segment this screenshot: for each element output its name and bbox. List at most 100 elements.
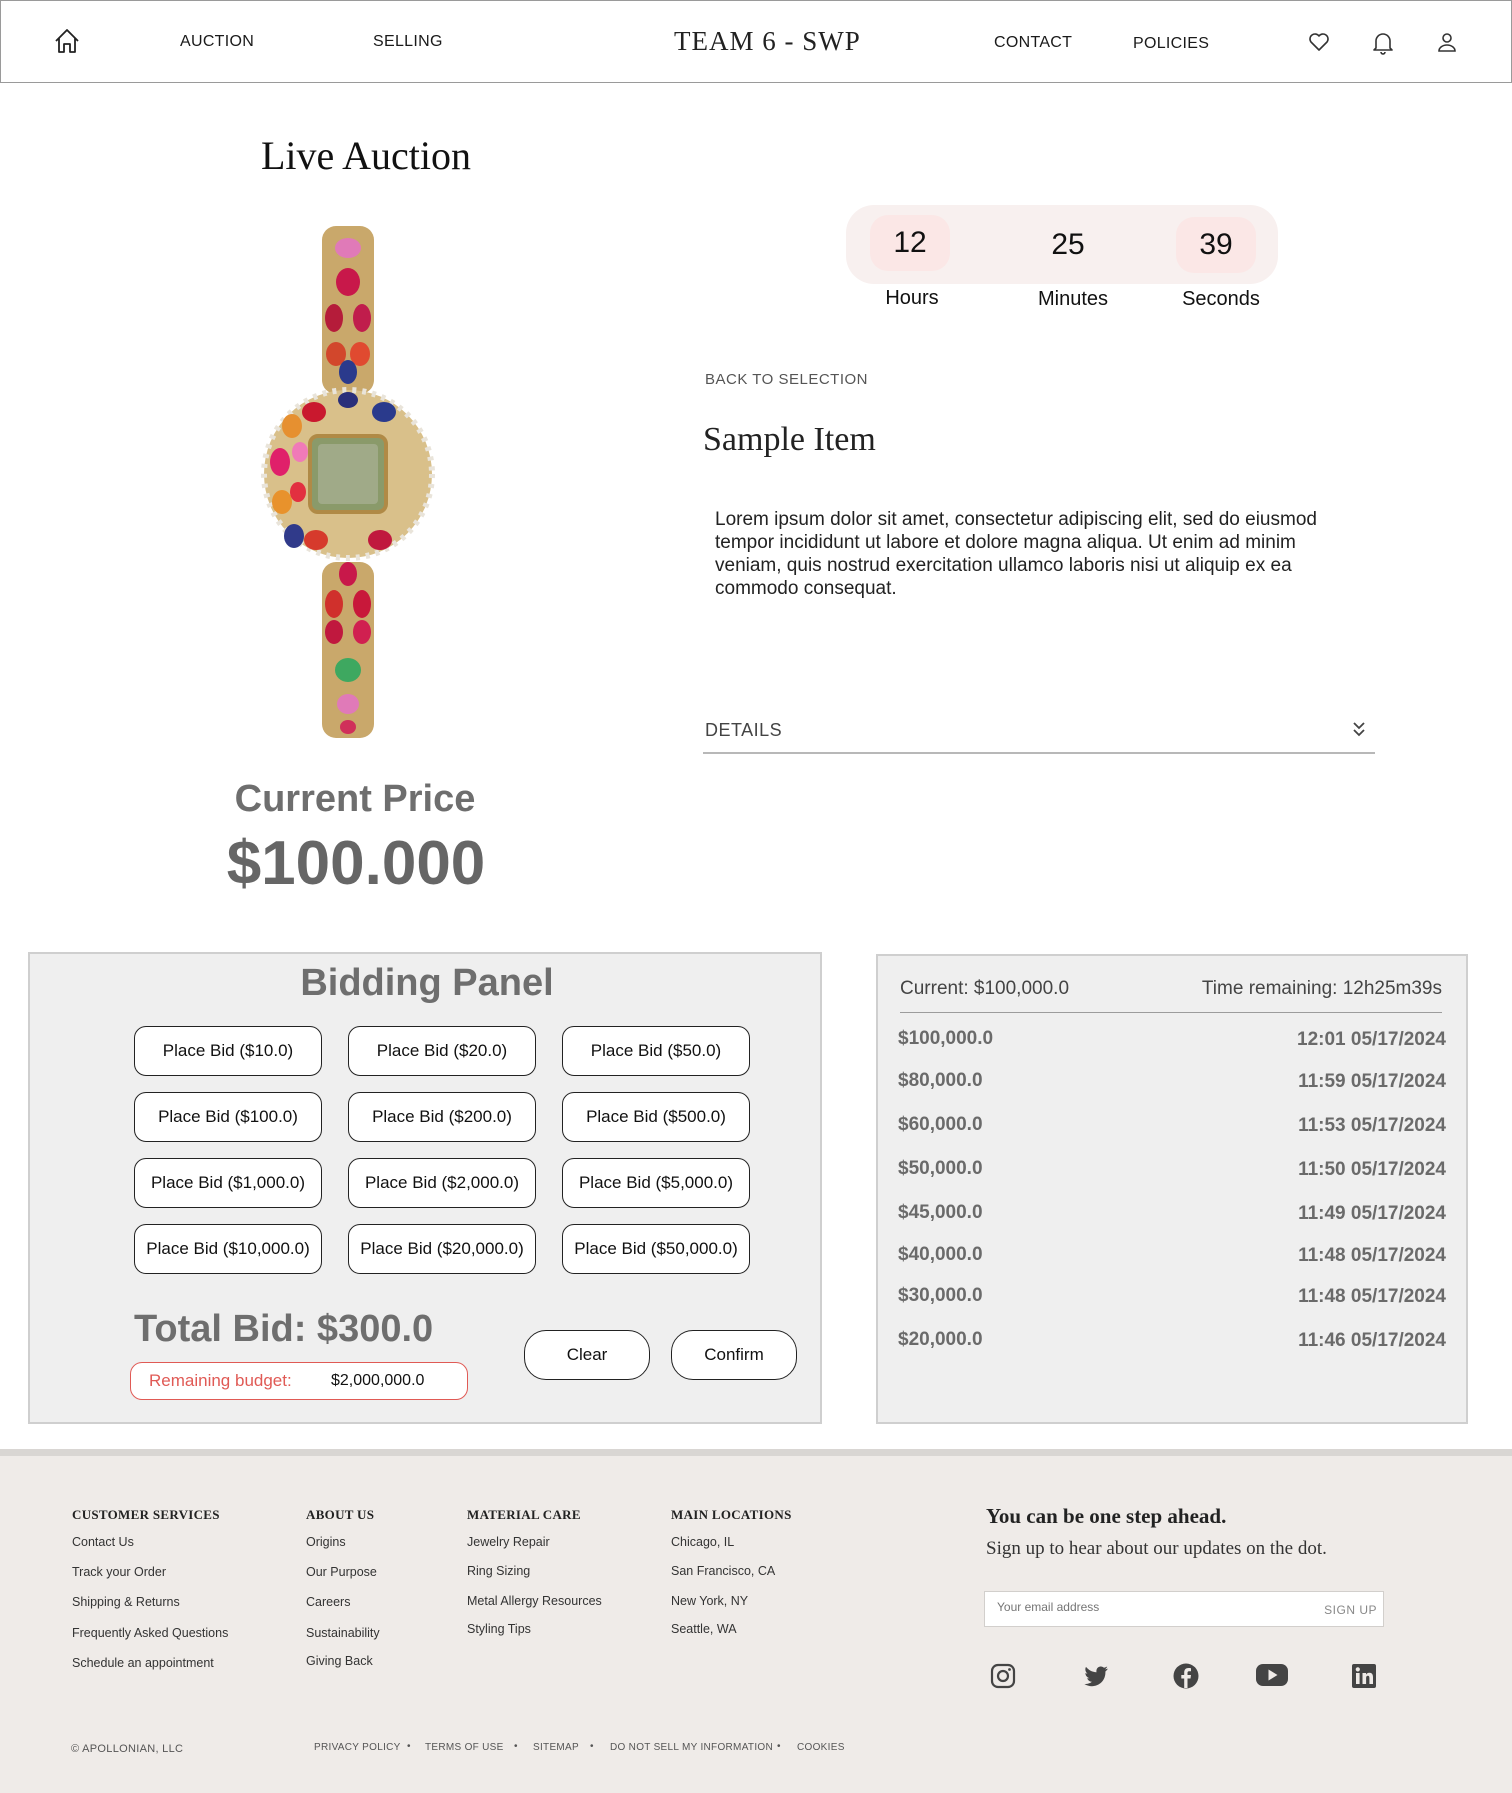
legal-link[interactable]: TERMS OF USE — [425, 1742, 504, 1753]
place-bid-button[interactable]: Place Bid ($20.0) — [348, 1026, 536, 1076]
footer-column-heading: MAIN LOCATIONS — [671, 1507, 792, 1522]
newsletter-subheading: Sign up to hear about our updates on the… — [986, 1538, 1327, 1559]
countdown-seconds: 39 — [1176, 217, 1256, 273]
footer-link[interactable]: Giving Back — [306, 1654, 373, 1668]
signup-button[interactable]: SIGN UP — [1324, 1603, 1377, 1617]
footer-divider — [0, 1449, 1512, 1456]
heart-icon[interactable] — [1307, 30, 1331, 54]
bid-history-amount: $100,000.0 — [898, 1028, 994, 1049]
history-time-remaining: Time remaining: 12h25m39s — [1201, 978, 1442, 999]
bid-history-panel: Current: $100,000.0 Time remaining: 12h2… — [876, 954, 1468, 1424]
footer-column-heading: ABOUT US — [306, 1507, 375, 1522]
details-accordion[interactable]: DETAILS — [703, 714, 1375, 754]
bid-history-time: 11:48 05/17/2024 — [1298, 1286, 1446, 1307]
twitter-icon[interactable] — [1082, 1662, 1110, 1690]
footer-link[interactable]: Careers — [306, 1595, 350, 1609]
back-to-selection-link[interactable]: BACK TO SELECTION — [705, 371, 868, 388]
footer-link[interactable]: Shipping & Returns — [72, 1595, 180, 1609]
footer-link[interactable]: Styling Tips — [467, 1622, 531, 1636]
remaining-budget: Remaining budget: $2,000,000.0 — [130, 1362, 468, 1400]
footer-link[interactable]: Metal Allergy Resources — [467, 1594, 602, 1608]
page-title: Live Auction — [261, 133, 471, 178]
newsletter-heading: You can be one step ahead. — [986, 1504, 1227, 1528]
nav-selling[interactable]: SELLING — [373, 33, 443, 51]
site-footer: CUSTOMER SERVICES Contact Us Track your Or… — [0, 1456, 1512, 1793]
clear-button[interactable]: Clear — [524, 1330, 650, 1380]
bell-icon[interactable] — [1371, 29, 1395, 55]
bidding-panel-title: Bidding Panel — [300, 962, 554, 1004]
nav-contact[interactable]: CONTACT — [994, 34, 1072, 52]
copyright: © APOLLONIAN, LLC — [71, 1743, 184, 1755]
newsletter-form: SIGN UP — [984, 1591, 1384, 1627]
user-icon[interactable] — [1435, 30, 1459, 54]
countdown-minutes-label: Minutes — [1037, 288, 1109, 310]
legal-separator: • — [514, 1741, 518, 1752]
footer-link[interactable]: Jewelry Repair — [467, 1535, 550, 1549]
bid-history-time: 11:48 05/17/2024 — [1298, 1245, 1446, 1266]
remaining-budget-value: $2,000,000.0 — [331, 1372, 425, 1389]
countdown-seconds-label: Seconds — [1182, 288, 1260, 310]
place-bid-button[interactable]: Place Bid ($20,000.0) — [348, 1224, 536, 1274]
product-image — [261, 226, 435, 738]
instagram-icon[interactable] — [989, 1662, 1017, 1690]
home-icon[interactable] — [53, 27, 81, 55]
bid-history-amount: $30,000.0 — [898, 1285, 983, 1306]
footer-link[interactable]: Frequently Asked Questions — [72, 1626, 228, 1640]
footer-link[interactable]: Contact Us — [72, 1535, 134, 1549]
place-bid-button[interactable]: Place Bid ($100.0) — [134, 1092, 322, 1142]
bid-history-amount: $50,000.0 — [898, 1158, 983, 1179]
footer-link[interactable]: San Francisco, CA — [671, 1564, 775, 1578]
footer-link[interactable]: Track your Order — [72, 1565, 166, 1579]
footer-column-heading: CUSTOMER SERVICES — [72, 1507, 220, 1522]
footer-link[interactable]: Seattle, WA — [671, 1622, 737, 1636]
nav-policies[interactable]: POLICIES — [1133, 35, 1209, 53]
place-bid-button[interactable]: Place Bid ($5,000.0) — [562, 1158, 750, 1208]
footer-link[interactable]: Chicago, IL — [671, 1535, 734, 1549]
footer-link[interactable]: Origins — [306, 1535, 346, 1549]
footer-link[interactable]: New York, NY — [671, 1594, 748, 1608]
legal-separator: • — [407, 1741, 411, 1752]
legal-link[interactable]: COOKIES — [797, 1742, 845, 1753]
nav-auction[interactable]: AUCTION — [180, 33, 254, 51]
confirm-button[interactable]: Confirm — [671, 1330, 797, 1380]
legal-link[interactable]: PRIVACY POLICY — [314, 1742, 401, 1753]
place-bid-button[interactable]: Place Bid ($50,000.0) — [562, 1224, 750, 1274]
facebook-icon[interactable] — [1172, 1662, 1200, 1690]
legal-link[interactable]: DO NOT SELL MY INFORMATION — [610, 1742, 773, 1753]
footer-link[interactable]: Ring Sizing — [467, 1564, 530, 1578]
bid-history-amount: $45,000.0 — [898, 1202, 983, 1223]
bid-history-time: 11:46 05/17/2024 — [1298, 1330, 1446, 1351]
legal-link[interactable]: SITEMAP — [533, 1742, 579, 1753]
footer-link[interactable]: Our Purpose — [306, 1565, 377, 1579]
bid-history-amount: $80,000.0 — [898, 1070, 983, 1091]
place-bid-button[interactable]: Place Bid ($200.0) — [348, 1092, 536, 1142]
bid-history-time: 12:01 05/17/2024 — [1297, 1029, 1446, 1050]
countdown-hours: 12 — [870, 215, 950, 271]
item-description: Lorem ipsum dolor sit amet, consectetur … — [715, 509, 1317, 599]
footer-column-heading: MATERIAL CARE — [467, 1507, 581, 1522]
bid-history-time: 11:53 05/17/2024 — [1298, 1115, 1446, 1136]
email-input[interactable] — [997, 1600, 1287, 1614]
footer-link[interactable]: Schedule an appointment — [72, 1656, 214, 1670]
bid-history-amount: $20,000.0 — [898, 1329, 983, 1350]
place-bid-button[interactable]: Place Bid ($2,000.0) — [348, 1158, 536, 1208]
legal-separator: • — [590, 1741, 594, 1752]
details-label: DETAILS — [705, 720, 783, 740]
brand-logo[interactable]: TEAM 6 - SWP — [674, 26, 861, 57]
current-price-value: $100.000 — [226, 829, 486, 898]
place-bid-button[interactable]: Place Bid ($50.0) — [562, 1026, 750, 1076]
bid-history-time: 11:50 05/17/2024 — [1298, 1159, 1446, 1180]
countdown-timer: 12 25 39 — [846, 205, 1278, 284]
bid-history-time: 11:59 05/17/2024 — [1298, 1071, 1446, 1092]
history-divider — [900, 1012, 1442, 1013]
place-bid-button[interactable]: Place Bid ($10,000.0) — [134, 1224, 322, 1274]
footer-link[interactable]: Sustainability — [306, 1626, 380, 1640]
youtube-icon[interactable] — [1255, 1660, 1289, 1690]
legal-separator: • — [777, 1741, 781, 1752]
place-bid-button[interactable]: Place Bid ($1,000.0) — [134, 1158, 322, 1208]
place-bid-button[interactable]: Place Bid ($10.0) — [134, 1026, 322, 1076]
place-bid-button[interactable]: Place Bid ($500.0) — [562, 1092, 750, 1142]
linkedin-icon[interactable] — [1350, 1662, 1378, 1690]
countdown-hours-label: Hours — [885, 287, 939, 309]
total-bid: Total Bid: $300.0 — [134, 1308, 434, 1350]
